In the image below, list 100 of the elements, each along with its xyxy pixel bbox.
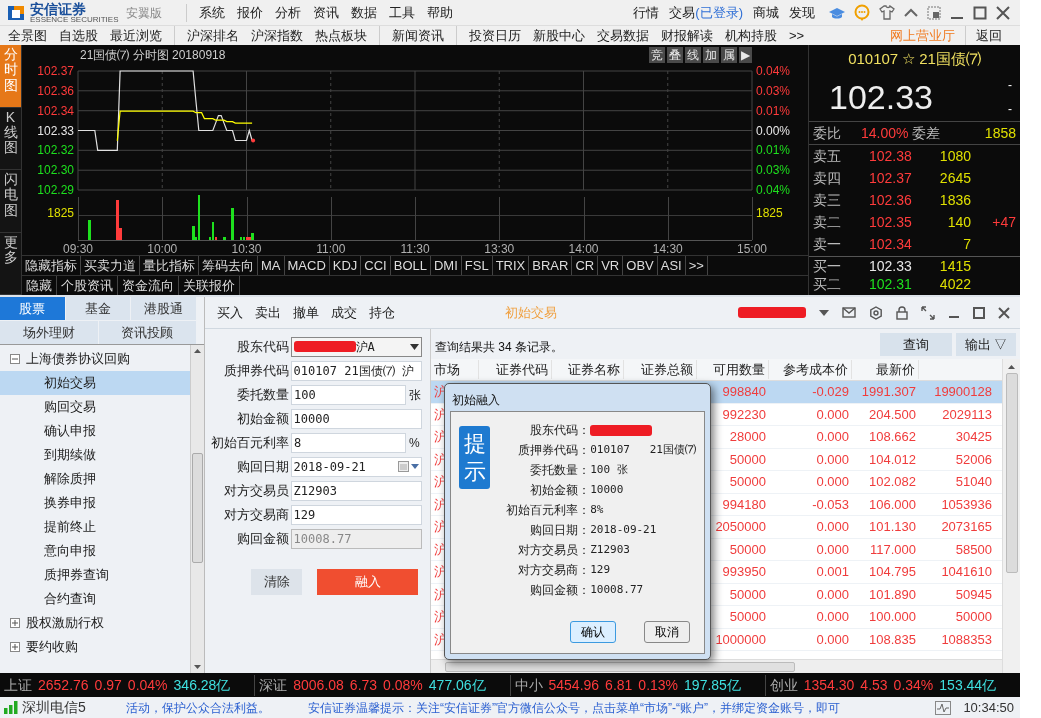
menu-item[interactable]: 商城: [753, 2, 779, 23]
column-header[interactable]: 证券代码: [479, 359, 552, 380]
category-tab[interactable]: 基金: [65, 297, 131, 320]
tree-item[interactable]: 意向申报: [0, 539, 190, 563]
indicator-tab[interactable]: 买卖力道: [81, 255, 140, 276]
nav-link[interactable]: 财报解读: [661, 25, 713, 46]
scroll-thumb[interactable]: [1005, 373, 1018, 573]
dialog-button[interactable]: 确认: [570, 621, 616, 643]
info-tab[interactable]: 个股资讯: [57, 275, 118, 296]
close-icon[interactable]: [998, 306, 1010, 319]
nav-link[interactable]: 全景图: [8, 25, 47, 46]
indicator-tab[interactable]: BOLL: [390, 255, 431, 276]
menu-item[interactable]: 工具: [389, 2, 416, 23]
caret-down-icon[interactable]: [411, 464, 419, 469]
indicator-tab[interactable]: DMI: [431, 255, 462, 276]
nav-link[interactable]: 最近浏览: [110, 25, 162, 46]
chart-type-tab[interactable]: K线图: [0, 107, 21, 170]
menu-item[interactable]: 系统: [199, 2, 226, 23]
category-tab[interactable]: 港股通: [131, 297, 196, 320]
clear-button[interactable]: 清除: [251, 569, 302, 595]
chart-tool-button[interactable]: ▶: [739, 47, 752, 63]
expand-icon[interactable]: [10, 642, 20, 652]
pulse-icon[interactable]: [935, 700, 952, 715]
tree-item[interactable]: 到期续做: [0, 443, 190, 467]
indicator-tab[interactable]: KDJ: [329, 255, 362, 276]
category-tab[interactable]: 场外理财: [0, 321, 98, 344]
expand-icon[interactable]: [921, 305, 935, 320]
indicator-tab[interactable]: 量比指标: [140, 255, 199, 276]
indicator-tab[interactable]: VR: [598, 255, 624, 276]
nav-link[interactable]: >>: [789, 25, 805, 46]
caret-down-icon[interactable]: [819, 309, 829, 316]
indicator-tab[interactable]: CR: [572, 255, 599, 276]
input-field[interactable]: 010107 21国债⑺ 沪: [290, 360, 422, 381]
info-tab[interactable]: 隐藏: [22, 275, 57, 296]
chart-tool-button[interactable]: 线: [685, 47, 701, 63]
tree-item[interactable]: 合约查询: [0, 587, 190, 611]
nav-link[interactable]: 新闻资讯: [392, 25, 444, 46]
tree-item[interactable]: 提前终止: [0, 515, 190, 539]
nav-link[interactable]: 沪深排名: [187, 25, 239, 46]
column-header[interactable]: 市场: [431, 359, 479, 380]
collapse-icon[interactable]: [10, 354, 20, 364]
indicator-tab[interactable]: TRIX: [492, 255, 530, 276]
column-header[interactable]: 证券名称: [552, 359, 624, 380]
menu-item[interactable]: 发现: [789, 2, 815, 23]
settings-icon[interactable]: [869, 305, 883, 320]
trade-tab[interactable]: 买入: [217, 302, 243, 323]
dialog-button[interactable]: 取消: [644, 621, 690, 643]
tree-item[interactable]: 初始交易: [0, 371, 190, 395]
graduation-cap-icon[interactable]: [829, 6, 845, 19]
indicator-tab[interactable]: >>: [685, 255, 708, 276]
column-header[interactable]: 参考成本价: [769, 359, 852, 380]
menu-item[interactable]: 分析: [275, 2, 302, 23]
lock-icon[interactable]: [896, 305, 908, 320]
tree-node[interactable]: 要约收购: [26, 637, 78, 657]
indicator-tab[interactable]: FSL: [461, 255, 493, 276]
trade-tab[interactable]: 卖出: [255, 302, 281, 323]
tree-node[interactable]: 上海债券协议回购: [26, 349, 130, 369]
input-field[interactable]: 100: [291, 384, 406, 405]
trade-tab[interactable]: 持仓: [369, 302, 395, 323]
chart-type-tab[interactable]: 闪电图: [0, 170, 21, 233]
tree-item[interactable]: 换券申报: [0, 491, 190, 515]
column-header[interactable]: 可用数量: [697, 359, 769, 380]
column-header[interactable]: 证券总额: [624, 359, 697, 380]
scroll-up-icon[interactable]: [194, 349, 201, 353]
menu-item[interactable]: 行情: [633, 2, 660, 23]
expand-icon[interactable]: [10, 618, 20, 628]
category-tab[interactable]: 资讯投顾: [98, 321, 196, 344]
nav-link[interactable]: 机构持股: [725, 25, 777, 46]
submit-button[interactable]: 融入: [317, 569, 418, 595]
export-button[interactable]: 输出 ▽: [956, 333, 1016, 356]
info-tab[interactable]: 资金流向: [118, 275, 179, 296]
menu-item[interactable]: 资讯: [313, 2, 340, 23]
menu-item[interactable]: 报价: [237, 2, 264, 23]
nav-link[interactable]: 交易数据: [597, 25, 649, 46]
category-tab[interactable]: 股票: [0, 297, 65, 320]
column-header[interactable]: 最新价: [852, 359, 919, 380]
input-field[interactable]: Z12903: [290, 480, 422, 501]
input-field[interactable]: 10000: [290, 408, 422, 429]
tree-item[interactable]: 确认申报: [0, 419, 190, 443]
menu-item[interactable]: 交易(已登录): [669, 2, 743, 23]
tree-item[interactable]: 购回交易: [0, 395, 190, 419]
chart-tool-button[interactable]: 竞: [649, 47, 665, 63]
chart-tool-button[interactable]: 叠: [667, 47, 683, 63]
nav-link[interactable]: 热点板块: [315, 25, 367, 46]
scroll-down-icon[interactable]: [194, 665, 201, 669]
date-field[interactable]: 2018-09-21: [290, 456, 422, 477]
tree-item[interactable]: 解除质押: [0, 467, 190, 491]
tree-item[interactable]: 质押券查询: [0, 563, 190, 587]
scroll-up-icon[interactable]: [1008, 365, 1015, 369]
caret-up-icon[interactable]: [904, 7, 918, 18]
menu-item[interactable]: 数据: [351, 2, 378, 23]
nav-link[interactable]: 自选股: [59, 25, 98, 46]
scroll-thumb[interactable]: [192, 453, 203, 563]
info-tab[interactable]: 关联报价: [179, 275, 240, 296]
tree-node[interactable]: 股权激励行权: [26, 613, 104, 633]
menu-item[interactable]: 帮助: [427, 2, 454, 23]
close-icon[interactable]: [996, 5, 1010, 20]
maximize-icon[interactable]: [973, 306, 985, 319]
indicator-tab[interactable]: MA: [258, 255, 285, 276]
input-field[interactable]: 129: [290, 504, 422, 525]
